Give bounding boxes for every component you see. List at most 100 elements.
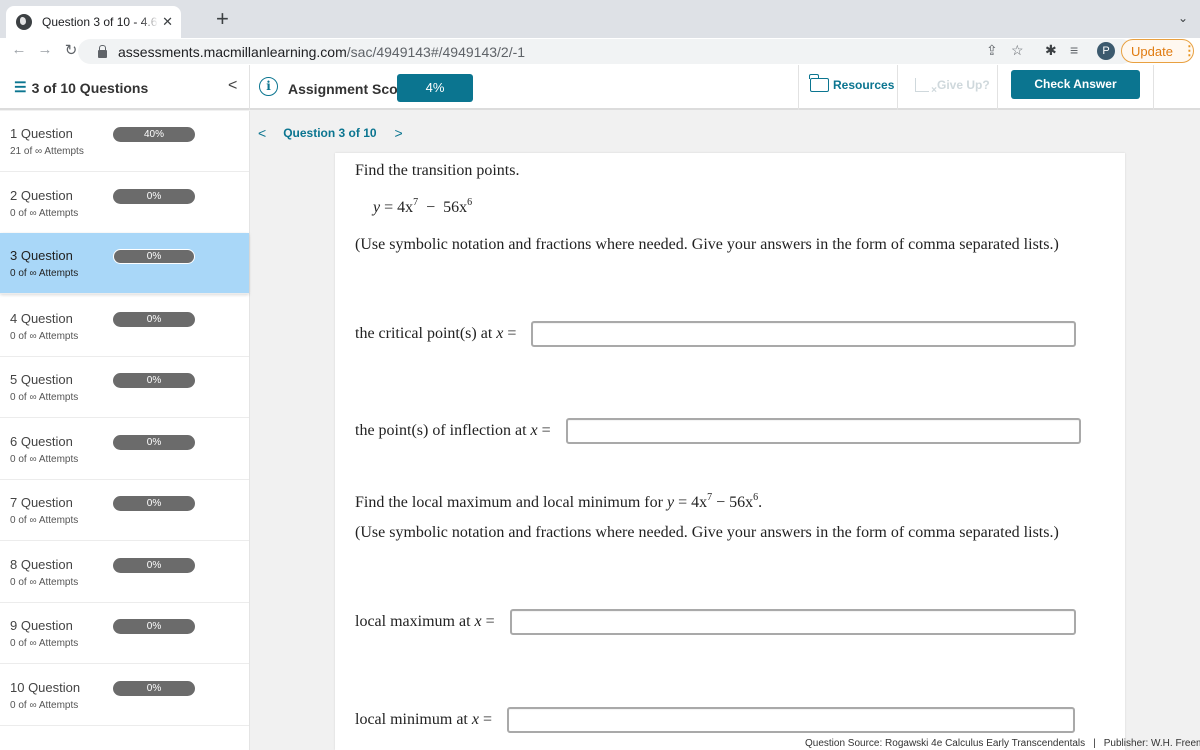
collapse-sidebar-chevron-icon[interactable]: < [228, 77, 237, 95]
info-icon[interactable]: i [259, 77, 278, 96]
equation-operator: − [426, 199, 436, 216]
browser-toolbar: ← → ↻ assessments.macmillanlearning.com /… [0, 38, 1200, 65]
question-score-bar: 0% [113, 189, 195, 204]
check-answer-button[interactable]: Check Answer [1011, 70, 1140, 99]
share-icon[interactable]: ⇪ [986, 42, 998, 59]
local-maximum-input[interactable] [509, 609, 1076, 635]
question-attempts: 0 of ∞ Attempts [10, 331, 79, 342]
question-name: 10 Question [10, 680, 81, 695]
question-score-bar: 0% [113, 249, 195, 264]
divider [1153, 65, 1154, 110]
answer-row-local-min: local minimum at x = [355, 707, 1076, 733]
question-list-title: ☰ 3 of 10 Questions [14, 79, 148, 96]
browser-tab[interactable]: Question 3 of 10 - 4.6 Homework ✕ [6, 6, 181, 38]
media-playlist-icon[interactable]: ≡ [1070, 42, 1078, 58]
url-path: /sac/4949143#/4949143/2/-1 [346, 43, 526, 60]
equation: y = 4x7 − 56x6 [373, 197, 473, 217]
back-arrow-icon[interactable]: ← [8, 41, 30, 58]
critical-points-input[interactable] [531, 321, 1077, 347]
new-tab-button[interactable]: + [216, 8, 229, 30]
question-attempts: 0 of ∞ Attempts [10, 208, 79, 219]
question-list-sidebar: 1 Question 21 of ∞ Attempts 40% 2 Questi… [0, 111, 250, 750]
question-attempts: 0 of ∞ Attempts [10, 515, 79, 526]
tab-search-chevron-icon[interactable]: ⌄ [1178, 11, 1188, 25]
give-up-icon [915, 78, 937, 96]
question-score-bar: 0% [113, 373, 195, 388]
equation-exponent-1: 7 [413, 197, 419, 208]
question-list-item[interactable]: 5 Question 0 of ∞ Attempts 0% [0, 357, 249, 418]
profile-avatar[interactable]: P [1097, 42, 1115, 60]
url-display[interactable]: assessments.macmillanlearning.com/sac/49… [98, 39, 525, 64]
question-list-item[interactable]: 1 Question 21 of ∞ Attempts 40% [0, 111, 249, 172]
tab-title: Question 3 of 10 - 4.6 Homework [42, 15, 158, 29]
question-attempts: 0 of ∞ Attempts [10, 638, 79, 649]
equation-term-1: 4x [397, 199, 414, 216]
question-name: 7 Question [10, 495, 73, 510]
question-score-bar: 0% [113, 435, 195, 450]
question-list-item[interactable]: 7 Question 0 of ∞ Attempts 0% [0, 480, 249, 541]
extensions-puzzle-icon[interactable]: ✱ [1045, 42, 1057, 59]
question-list-item[interactable]: 6 Question 0 of ∞ Attempts 0% [0, 419, 249, 480]
question-name: 5 Question [10, 372, 73, 387]
question-attempts: 0 of ∞ Attempts [10, 700, 79, 711]
globe-icon [16, 14, 32, 30]
equation-lhs: y [373, 199, 381, 216]
answer-label: local minimum at x = [355, 711, 493, 728]
assignment-header: ☰ 3 of 10 Questions < i Assignment Score… [0, 65, 1200, 110]
bookmark-star-icon[interactable]: ☆ [1011, 42, 1024, 59]
instructions-2: (Use symbolic notation and fractions whe… [355, 524, 1059, 541]
give-up-button[interactable]: Give Up? [915, 78, 990, 96]
answer-label: the point(s) of inflection at x = [355, 422, 551, 439]
lock-icon [98, 44, 107, 58]
question-panel: Find the transition points. y = 4x7 − 56… [335, 153, 1125, 750]
close-tab-icon[interactable]: ✕ [162, 14, 173, 30]
question-name: 1 Question [10, 126, 73, 141]
question-source: Question Source: Rogawski 4e Calculus Ea… [805, 738, 1200, 749]
part2-prompt: Find the local maximum and local minimum… [355, 492, 763, 512]
question-list-item[interactable]: 9 Question 0 of ∞ Attempts 0% [0, 603, 249, 664]
answer-row-local-max: local maximum at x = [355, 609, 1076, 635]
question-attempts: 0 of ∞ Attempts [10, 268, 79, 279]
question-name: 3 Question [10, 248, 73, 263]
separator: | [1093, 738, 1096, 749]
give-up-label: Give Up? [937, 78, 990, 92]
question-intro: Find the transition points. [355, 162, 520, 179]
question-attempts: 21 of ∞ Attempts [10, 146, 84, 157]
question-navigation: < Question 3 of 10 > [258, 125, 403, 141]
browser-tab-bar: Question 3 of 10 - 4.6 Homework ✕ + ⌄ [0, 0, 1200, 38]
local-minimum-input[interactable] [507, 707, 1076, 733]
inflection-points-input[interactable] [565, 418, 1081, 444]
equation-term-2: 56x [443, 199, 468, 216]
answer-row-inflection-points: the point(s) of inflection at x = [355, 418, 1081, 444]
question-list-item[interactable]: 10 Question 0 of ∞ Attempts 0% [0, 665, 249, 726]
source-label: Question Source: Rogawski 4e Calculus Ea… [805, 738, 1086, 749]
instructions: (Use symbolic notation and fractions whe… [355, 236, 1059, 253]
resources-button[interactable]: Resources [809, 74, 894, 92]
update-label: Update [1131, 43, 1173, 59]
next-question-chevron-icon[interactable]: > [395, 125, 403, 141]
divider [997, 65, 998, 110]
question-name: 6 Question [10, 434, 73, 449]
question-name: 2 Question [10, 188, 73, 203]
question-nav-label: Question 3 of 10 [283, 126, 377, 140]
question-list-item-active[interactable]: 3 Question 0 of ∞ Attempts 0% [0, 233, 249, 294]
browser-update-button[interactable]: Update ⋮ [1121, 39, 1196, 63]
question-name: 4 Question [10, 311, 73, 326]
answer-label: the critical point(s) at x = [355, 325, 517, 342]
list-icon: ☰ [14, 79, 27, 95]
question-name: 8 Question [10, 557, 73, 572]
question-score-bar: 0% [113, 681, 195, 696]
question-attempts: 0 of ∞ Attempts [10, 454, 79, 465]
question-score-bar: 40% [113, 127, 195, 142]
answer-row-critical-points: the critical point(s) at x = [355, 321, 1077, 347]
publisher-label: Publisher: W.H. Freeman [1103, 738, 1200, 749]
question-score-bar: 0% [113, 496, 195, 511]
divider [897, 65, 898, 110]
divider [249, 65, 250, 110]
forward-arrow-icon[interactable]: → [34, 41, 56, 58]
kebab-menu-icon: ⋮ [1182, 43, 1196, 58]
question-list-item[interactable]: 4 Question 0 of ∞ Attempts 0% [0, 296, 249, 357]
question-list-item[interactable]: 2 Question 0 of ∞ Attempts 0% [0, 173, 249, 234]
question-list-item[interactable]: 8 Question 0 of ∞ Attempts 0% [0, 542, 249, 603]
previous-question-chevron-icon[interactable]: < [258, 125, 266, 141]
